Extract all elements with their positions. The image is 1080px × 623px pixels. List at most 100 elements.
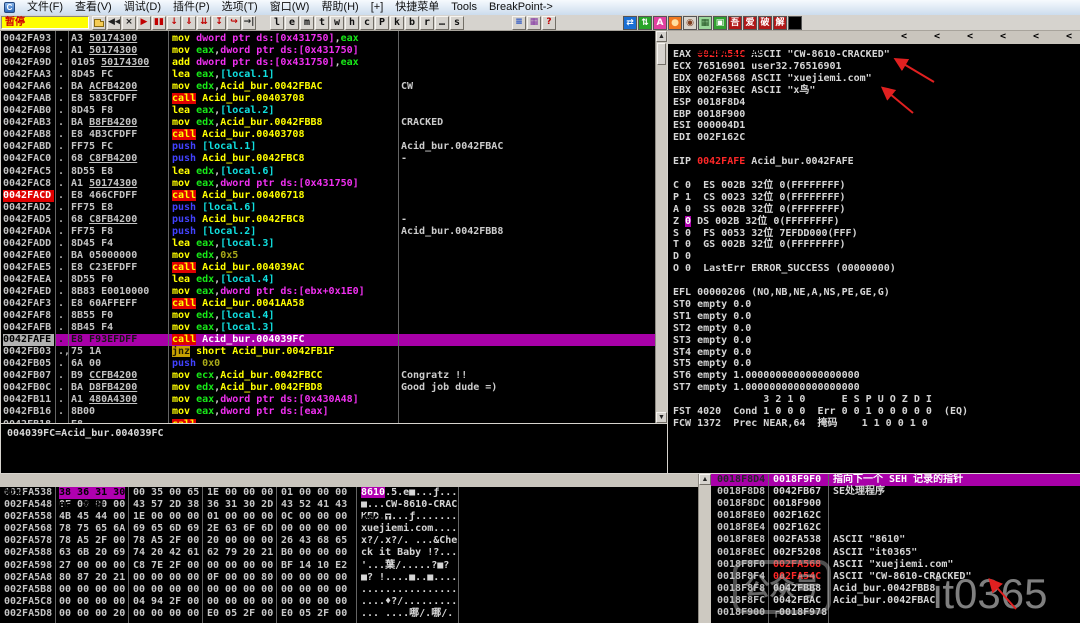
disasm-row[interactable]: 0042FAA3.8D45 FClea eax,[local.1] xyxy=(1,69,655,81)
disasm-row[interactable]: 0042FAEA.8D55 F0lea edx,[local.4] xyxy=(1,274,655,286)
register-line[interactable]: EIP 0042FAFE Acid_bur.0042FAFE xyxy=(673,156,854,168)
disasm-row[interactable]: 0042FAC0.68 C8FB4200push Acid_bur.0042FB… xyxy=(1,153,655,165)
menu-item[interactable]: [+] xyxy=(365,0,390,15)
app-icon[interactable]: C xyxy=(4,2,15,13)
plugin-button-1[interactable]: ⇅ xyxy=(638,16,652,30)
register-line[interactable]: ST1 empty 0.0 xyxy=(673,311,751,323)
register-line[interactable]: Z 0 DS 002B 32位 0(FFFFFFFF) xyxy=(673,216,840,228)
disasm-row[interactable]: 0042FAFE.E8 F93EFDFFcall Acid_bur.004039… xyxy=(1,334,655,346)
close-button[interactable]: × xyxy=(122,16,136,30)
disasm-row[interactable]: 0042FAC8.A1 50174300mov eax,dword ptr ds… xyxy=(1,178,655,190)
help-button[interactable]: ? xyxy=(542,16,556,30)
register-line[interactable]: ESI 000004D1 xyxy=(673,120,745,132)
letter-button-b[interactable]: b xyxy=(405,16,419,30)
animate-into-button[interactable]: ⇊ xyxy=(197,16,211,30)
letter-button-…[interactable]: … xyxy=(435,16,449,30)
menu-item[interactable]: 文件(F) xyxy=(21,0,69,15)
plugin-button-2[interactable]: A xyxy=(653,16,667,30)
disasm-row[interactable]: 0042FAB8.E8 4B3CFDFFcall Acid_bur.004037… xyxy=(1,129,655,141)
animate-over-button[interactable]: ↧ xyxy=(212,16,226,30)
plugin-button-3[interactable]: ● xyxy=(668,16,682,30)
letter-button-w[interactable]: w xyxy=(330,16,344,30)
disasm-row[interactable]: 0042FB07.B9 CCFB4200mov ecx,Acid_bur.004… xyxy=(1,370,655,382)
menu-item[interactable]: 插件(P) xyxy=(167,0,216,15)
disasm-row[interactable]: 0042FADA.FF75 F8push [local.2]Acid_bur.0… xyxy=(1,226,655,238)
register-line[interactable]: FST 4020 Cond 1 0 0 0 Err 0 0 1 0 0 0 0 … xyxy=(673,406,968,418)
letter-button-l[interactable]: l xyxy=(270,16,284,30)
plugin-button-8[interactable]: 爱 xyxy=(743,16,757,30)
disasm-row[interactable]: 0042FB11.A1 480A4300mov eax,dword ptr ds… xyxy=(1,394,655,406)
register-line[interactable]: ST2 empty 0.0 xyxy=(673,323,751,335)
disasm-scrollbar[interactable]: ▲ ▼ xyxy=(655,31,667,423)
register-line[interactable]: EBX 002F63EC ASCII "x鸟" xyxy=(673,85,815,97)
stack-row[interactable]: 0018F8E0002F162C xyxy=(711,510,1080,522)
plugin-button-10[interactable]: 解 xyxy=(773,16,787,30)
register-line[interactable]: EDX 002FA568 ASCII "xuejiemi.com" xyxy=(673,73,872,85)
register-line[interactable]: ESP 0018F8D4 xyxy=(673,97,745,109)
pane-collapse-icon[interactable]: < xyxy=(1033,31,1039,43)
disasm-row[interactable]: 0042FA9D.0105 50174300add dword ptr ds:[… xyxy=(1,57,655,69)
stack-row[interactable]: 0018F8FC0042FBACAcid_bur.0042FBAC xyxy=(711,595,1080,607)
log-list-button[interactable]: ≡ xyxy=(512,16,526,30)
dump-row[interactable]: 002FA5C800 00 00 0004 94 2F 0000 00 00 0… xyxy=(0,596,698,608)
disasm-row[interactable]: 0042FB16.8B00mov eax,dword ptr ds:[eax] xyxy=(1,406,655,418)
register-line[interactable]: ECX 76516901 user32.76516901 xyxy=(673,61,842,73)
disasm-row[interactable]: 0042FAC5.8D55 E8lea edx,[local.6] xyxy=(1,166,655,178)
plugin-button-11[interactable] xyxy=(788,16,802,30)
stack-row[interactable]: 0018F8E8002FA538ASCII "8610" xyxy=(711,534,1080,546)
register-line[interactable]: EDI 002F162C xyxy=(673,132,745,144)
scroll-down-icon[interactable]: ▼ xyxy=(656,412,667,423)
pane-collapse-icon[interactable]: < xyxy=(901,31,907,43)
dump-row[interactable]: 002FA5D800 00 00 2000 00 00 00E0 05 2F 0… xyxy=(0,608,698,620)
register-line[interactable]: FCW 1372 Prec NEAR,64 掩码 1 1 0 0 1 0 xyxy=(673,418,928,430)
execute-till-return-button[interactable]: ↪ xyxy=(227,16,241,30)
pane-collapse-icon[interactable]: < xyxy=(1000,31,1006,43)
open-file-button[interactable] xyxy=(92,16,106,30)
disasm-row[interactable]: 0042FAAB.E8 583CFDFFcall Acid_bur.004037… xyxy=(1,93,655,105)
disasm-row[interactable]: 0042FADD.8D45 F4lea eax,[local.3] xyxy=(1,238,655,250)
register-line[interactable]: T 0 GS 002B 32位 0(FFFFFFFF) xyxy=(673,239,846,251)
register-line[interactable]: ST7 empty 1.0000000000000000000 xyxy=(673,382,860,394)
register-line[interactable]: 3 2 1 0 E S P U O Z D I xyxy=(673,394,932,406)
disasm-row[interactable]: 0042FA93.A3 50174300mov dword ptr ds:[0x… xyxy=(1,33,655,45)
stack-row[interactable]: 0018F8E4002F162C xyxy=(711,522,1080,534)
stack-row[interactable]: 0018F8F0002FA568ASCII "xuejiemi.com" xyxy=(711,559,1080,571)
pane-collapse-icon[interactable]: < xyxy=(1066,31,1072,43)
dump-row[interactable]: 002FA58863 6B 20 6974 20 42 6162 79 20 2… xyxy=(0,547,698,559)
dump-row[interactable]: 002FA57878 A5 2F 0078 A5 2F 0020 00 00 0… xyxy=(0,535,698,547)
run-button[interactable]: ▶ xyxy=(137,16,151,30)
register-line[interactable]: ST6 empty 1.0000000000000000000 xyxy=(673,370,860,382)
disasm-row[interactable]: 0042FAED.8B83 E0010000mov eax,dword ptr … xyxy=(1,286,655,298)
stack-row[interactable]: 0018F8D80042FB67SE处理程序 xyxy=(711,486,1080,498)
plugin-button-0[interactable]: ⇄ xyxy=(623,16,637,30)
menu-item[interactable]: Tools xyxy=(445,0,483,15)
registers-header[interactable]: 寄存器 (FPU) <<<<<< xyxy=(668,31,1080,44)
go-to-button[interactable]: →| xyxy=(242,16,256,30)
disasm-row[interactable]: 0042FAFB.8B45 F4mov eax,[local.3] xyxy=(1,322,655,334)
plugin-button-4[interactable]: ◉ xyxy=(683,16,697,30)
register-line[interactable]: A 0 SS 002B 32位 0(FFFFFFFF) xyxy=(673,204,846,216)
dump-row[interactable]: 002FA53838 36 31 3000 35 00 651E 00 00 0… xyxy=(0,487,698,499)
menu-item[interactable]: 窗口(W) xyxy=(264,0,316,15)
step-into-button[interactable]: ↓ xyxy=(167,16,181,30)
scroll-up-icon[interactable]: ▲ xyxy=(699,474,711,485)
dump-row[interactable]: 002FA5480F 00 00 0043 57 2D 3836 31 30 2… xyxy=(0,499,698,511)
letter-button-r[interactable]: r xyxy=(420,16,434,30)
disasm-row[interactable]: 0042FB05.6A 00push 0x0 xyxy=(1,358,655,370)
letter-button-c[interactable]: c xyxy=(360,16,374,30)
disasm-row[interactable]: 0042FB18.E8call xyxy=(1,419,655,424)
register-line[interactable]: ST4 empty 0.0 xyxy=(673,347,751,359)
dump-row[interactable]: 002FA59827 00 00 00C8 7E 2F 0000 00 00 0… xyxy=(0,560,698,572)
disasm-row[interactable]: 0042FAE0.BA 05000000mov edx,0x5 xyxy=(1,250,655,262)
dump-row[interactable]: 002FA5B800 00 00 0000 00 00 0000 00 00 0… xyxy=(0,584,698,596)
disasm-row[interactable]: 0042FAF8.8B55 F0mov edx,[local.4] xyxy=(1,310,655,322)
disasm-row[interactable]: 0042FA98.A1 50174300mov eax,dword ptr ds… xyxy=(1,45,655,57)
plugin-button-5[interactable]: ▦ xyxy=(698,16,712,30)
register-line[interactable]: D 0 xyxy=(673,251,691,263)
menu-item[interactable]: 快捷菜单 xyxy=(389,0,445,15)
plugin-button-9[interactable]: 破 xyxy=(758,16,772,30)
stack-row[interactable]: 0018F8DC0018F900 xyxy=(711,498,1080,510)
disasm-row[interactable]: 0042FB03.,75 1Ajnz short Acid_bur.0042FB… xyxy=(1,346,655,358)
register-line[interactable]: P 1 CS 0023 32位 0(FFFFFFFF) xyxy=(673,192,846,204)
step-over-button[interactable]: ⇓ xyxy=(182,16,196,30)
